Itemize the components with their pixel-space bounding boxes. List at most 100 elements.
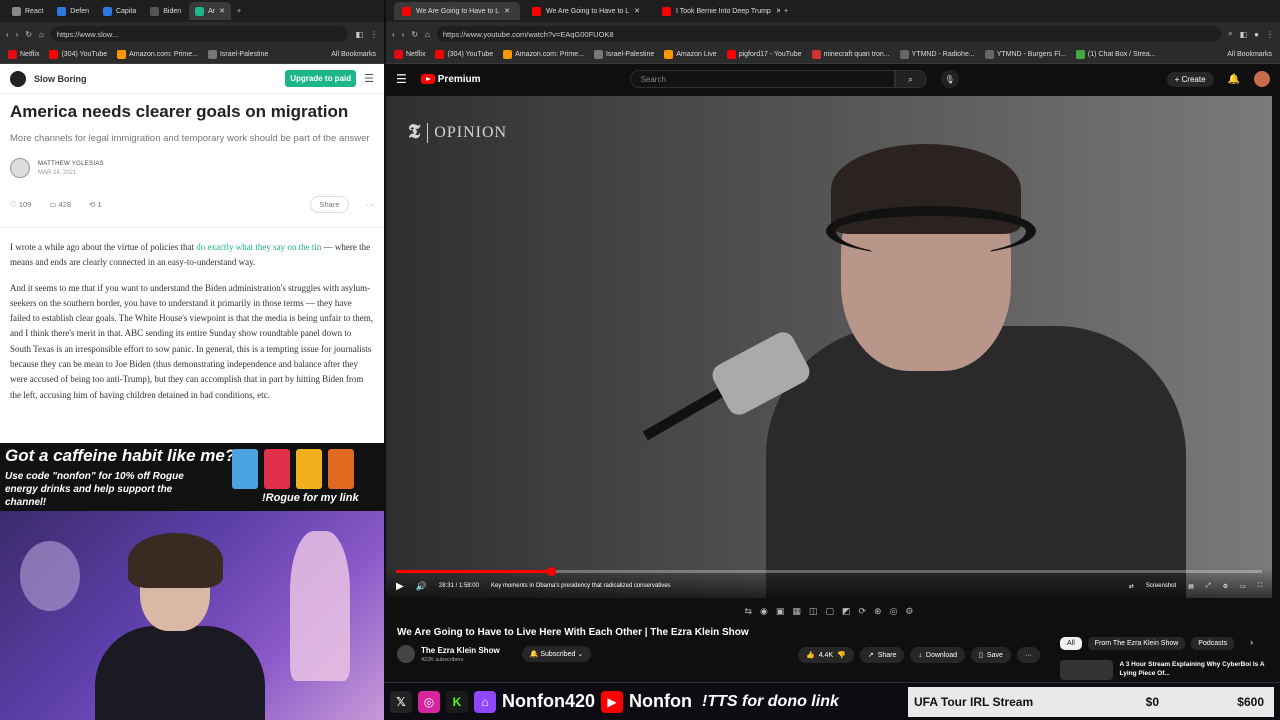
- bookmark-pigford[interactable]: pigford17 - YouTube: [726, 50, 802, 59]
- zoom-icon[interactable]: ⊕: [874, 606, 882, 617]
- bookmark-all[interactable]: All Bookmarks: [331, 51, 376, 58]
- left-address-bar[interactable]: https://www.slow...: [50, 26, 349, 42]
- reload-icon[interactable]: ↻: [25, 30, 32, 39]
- back-icon[interactable]: ‹: [6, 30, 9, 39]
- chip-podcasts[interactable]: Podcasts: [1191, 637, 1235, 650]
- bookmark-ytmnd-radiohead[interactable]: YTMND - Radiohe...: [899, 50, 975, 59]
- bookmark-amazon[interactable]: Amazon.com: Prime...: [117, 50, 198, 59]
- author-name[interactable]: MATTHEW YGLESIAS: [38, 161, 104, 167]
- screenshot-label[interactable]: Screenshot: [1146, 583, 1176, 589]
- bell-icon[interactable]: 🔔: [1228, 74, 1240, 85]
- share-button[interactable]: Share: [310, 196, 349, 213]
- bookmark-ytmnd-burgers[interactable]: YTMND - Burgers Fl...: [984, 50, 1066, 59]
- ext-settings-icon[interactable]: ⚙: [905, 606, 913, 617]
- bookmark-chat-box[interactable]: (1) Chat Box / Strea...: [1075, 50, 1156, 59]
- left-tab-3[interactable]: Capita: [97, 2, 142, 20]
- bookmark-minecraft[interactable]: minecraft quan tron...: [811, 50, 890, 59]
- progress-bar[interactable]: [396, 567, 1262, 576]
- subtitles-icon[interactable]: ▤: [1188, 583, 1194, 590]
- profile-icon[interactable]: ●: [1254, 30, 1259, 39]
- bookmark-israel-palestine[interactable]: Israel-Palestine: [593, 50, 654, 59]
- hamburger-icon[interactable]: ☰: [364, 72, 374, 85]
- new-tab-icon[interactable]: +: [784, 8, 788, 15]
- new-tab-icon[interactable]: +: [237, 8, 241, 15]
- zoom-icon[interactable]: ⌕: [1228, 29, 1232, 39]
- avatar[interactable]: [10, 158, 30, 178]
- close-icon[interactable]: ✕: [504, 7, 510, 15]
- right-address-bar[interactable]: https://www.youtube.com/watch?v=EAqG00FU…: [436, 26, 1222, 42]
- channel-name[interactable]: The Ezra Klein Show: [421, 646, 500, 655]
- bookmark-israel-palestine[interactable]: Israel-Palestine: [207, 50, 268, 59]
- theater-icon[interactable]: ▭: [1240, 583, 1246, 590]
- bookmark-amazon[interactable]: Amazon.com: Prime...: [503, 50, 584, 59]
- chip-from-channel[interactable]: From The Ezra Klein Show: [1087, 637, 1186, 650]
- recommended-video[interactable]: A 3 Hour Stream Explaining Why CyberBoi …: [1060, 660, 1270, 680]
- bookmark-netflix[interactable]: Netflix: [8, 50, 39, 59]
- left-tab-5[interactable]: Ar ✕: [189, 2, 231, 20]
- voice-search-button[interactable]: 🎙: [940, 70, 959, 88]
- hamburger-icon[interactable]: ☰: [396, 72, 407, 86]
- extensions-icon[interactable]: ◧: [1240, 30, 1248, 39]
- recommended-thumbnail[interactable]: [1060, 660, 1114, 680]
- close-icon[interactable]: ✕: [219, 7, 225, 15]
- search-input[interactable]: Search: [629, 70, 895, 88]
- video-player[interactable]: 𝕿 OPINION ▶ 🔊 28:31 / 1:58:00 Key moments…: [386, 96, 1272, 598]
- play-icon[interactable]: ▶: [396, 581, 404, 592]
- volume-icon[interactable]: 🔊: [416, 581, 427, 592]
- speed-icon[interactable]: ◩: [842, 606, 851, 617]
- right-tab-1[interactable]: We Are Going to Have to L ✕: [394, 2, 520, 20]
- youtube-logo[interactable]: Premium: [420, 74, 481, 85]
- forward-icon[interactable]: ›: [402, 30, 405, 39]
- left-tab-2[interactable]: Defen: [51, 2, 95, 20]
- comments-button[interactable]: ▭ 428: [49, 200, 71, 209]
- chapter-title[interactable]: Key moments in Obama's presidency that r…: [491, 583, 671, 589]
- bookmark-youtube[interactable]: (304) YouTube: [49, 50, 107, 59]
- avatar[interactable]: [1254, 71, 1270, 87]
- bookmark-amazon-live[interactable]: Amazon Live: [664, 50, 717, 59]
- bookmark-all[interactable]: All Bookmarks: [1227, 51, 1272, 58]
- restack-button[interactable]: ⟲ 1: [89, 200, 102, 209]
- reload-icon[interactable]: ↻: [411, 30, 418, 39]
- thumbs-down-icon[interactable]: 👎: [837, 651, 846, 659]
- chip-all[interactable]: All: [1060, 637, 1082, 650]
- more-icon[interactable]: ···: [367, 200, 375, 209]
- recommended-title[interactable]: A 3 Hour Stream Explaining Why CyberBoi …: [1119, 660, 1270, 680]
- left-tab-4[interactable]: Biden: [144, 2, 187, 20]
- chevron-right-icon[interactable]: ›: [1250, 637, 1253, 650]
- upgrade-button[interactable]: Upgrade to paid: [285, 70, 357, 87]
- window-icon[interactable]: ▢: [825, 606, 834, 617]
- menu-icon[interactable]: ⋮: [370, 30, 378, 39]
- crop-icon[interactable]: ◫: [809, 606, 818, 617]
- scrubber-handle[interactable]: [546, 567, 556, 576]
- miniplayer-icon[interactable]: ⤢: [1206, 583, 1211, 590]
- right-tab-2[interactable]: We Are Going to Have to L ✕: [524, 2, 650, 20]
- download-button[interactable]: ↓ Download: [910, 647, 966, 663]
- rotate-icon[interactable]: ⟳: [858, 606, 866, 617]
- menu-icon[interactable]: ⋮: [1266, 30, 1274, 39]
- channel-avatar[interactable]: [397, 645, 415, 663]
- save-button[interactable]: ▯ Save: [971, 647, 1011, 663]
- extensions-icon[interactable]: ◧: [355, 30, 363, 39]
- back-icon[interactable]: ‹: [392, 30, 395, 39]
- publication-name[interactable]: Slow Boring: [34, 74, 277, 84]
- like-button[interactable]: ♡ 109: [10, 200, 31, 209]
- create-button[interactable]: + Create: [1166, 71, 1214, 87]
- forward-icon[interactable]: ›: [16, 30, 19, 39]
- close-icon[interactable]: ✕: [776, 7, 780, 15]
- loop-icon[interactable]: ⇆: [744, 606, 752, 617]
- record-icon[interactable]: ▣: [776, 606, 785, 617]
- filter-icon[interactable]: ▦: [792, 606, 801, 617]
- right-tab-3[interactable]: I Took Bernie Into Deep Trump ✕: [654, 2, 780, 20]
- inline-link[interactable]: do exactly what they say on the tin: [196, 242, 321, 252]
- search-button[interactable]: ⌕: [894, 70, 927, 88]
- fullscreen-icon[interactable]: ⛶: [1258, 583, 1262, 590]
- left-tab-1[interactable]: React: [6, 2, 49, 20]
- autoplay-icon[interactable]: ⇄: [1129, 583, 1134, 590]
- like-button[interactable]: 👍 4.4K 👎: [798, 647, 854, 663]
- bookmark-netflix[interactable]: Netflix: [394, 50, 425, 59]
- subscribed-button[interactable]: 🔔 Subscribed ⌄: [521, 646, 592, 662]
- share-button[interactable]: ↗ Share: [859, 647, 905, 663]
- home-icon[interactable]: ⌂: [425, 30, 430, 39]
- publication-logo[interactable]: [10, 70, 26, 87]
- home-icon[interactable]: ⌂: [39, 30, 44, 39]
